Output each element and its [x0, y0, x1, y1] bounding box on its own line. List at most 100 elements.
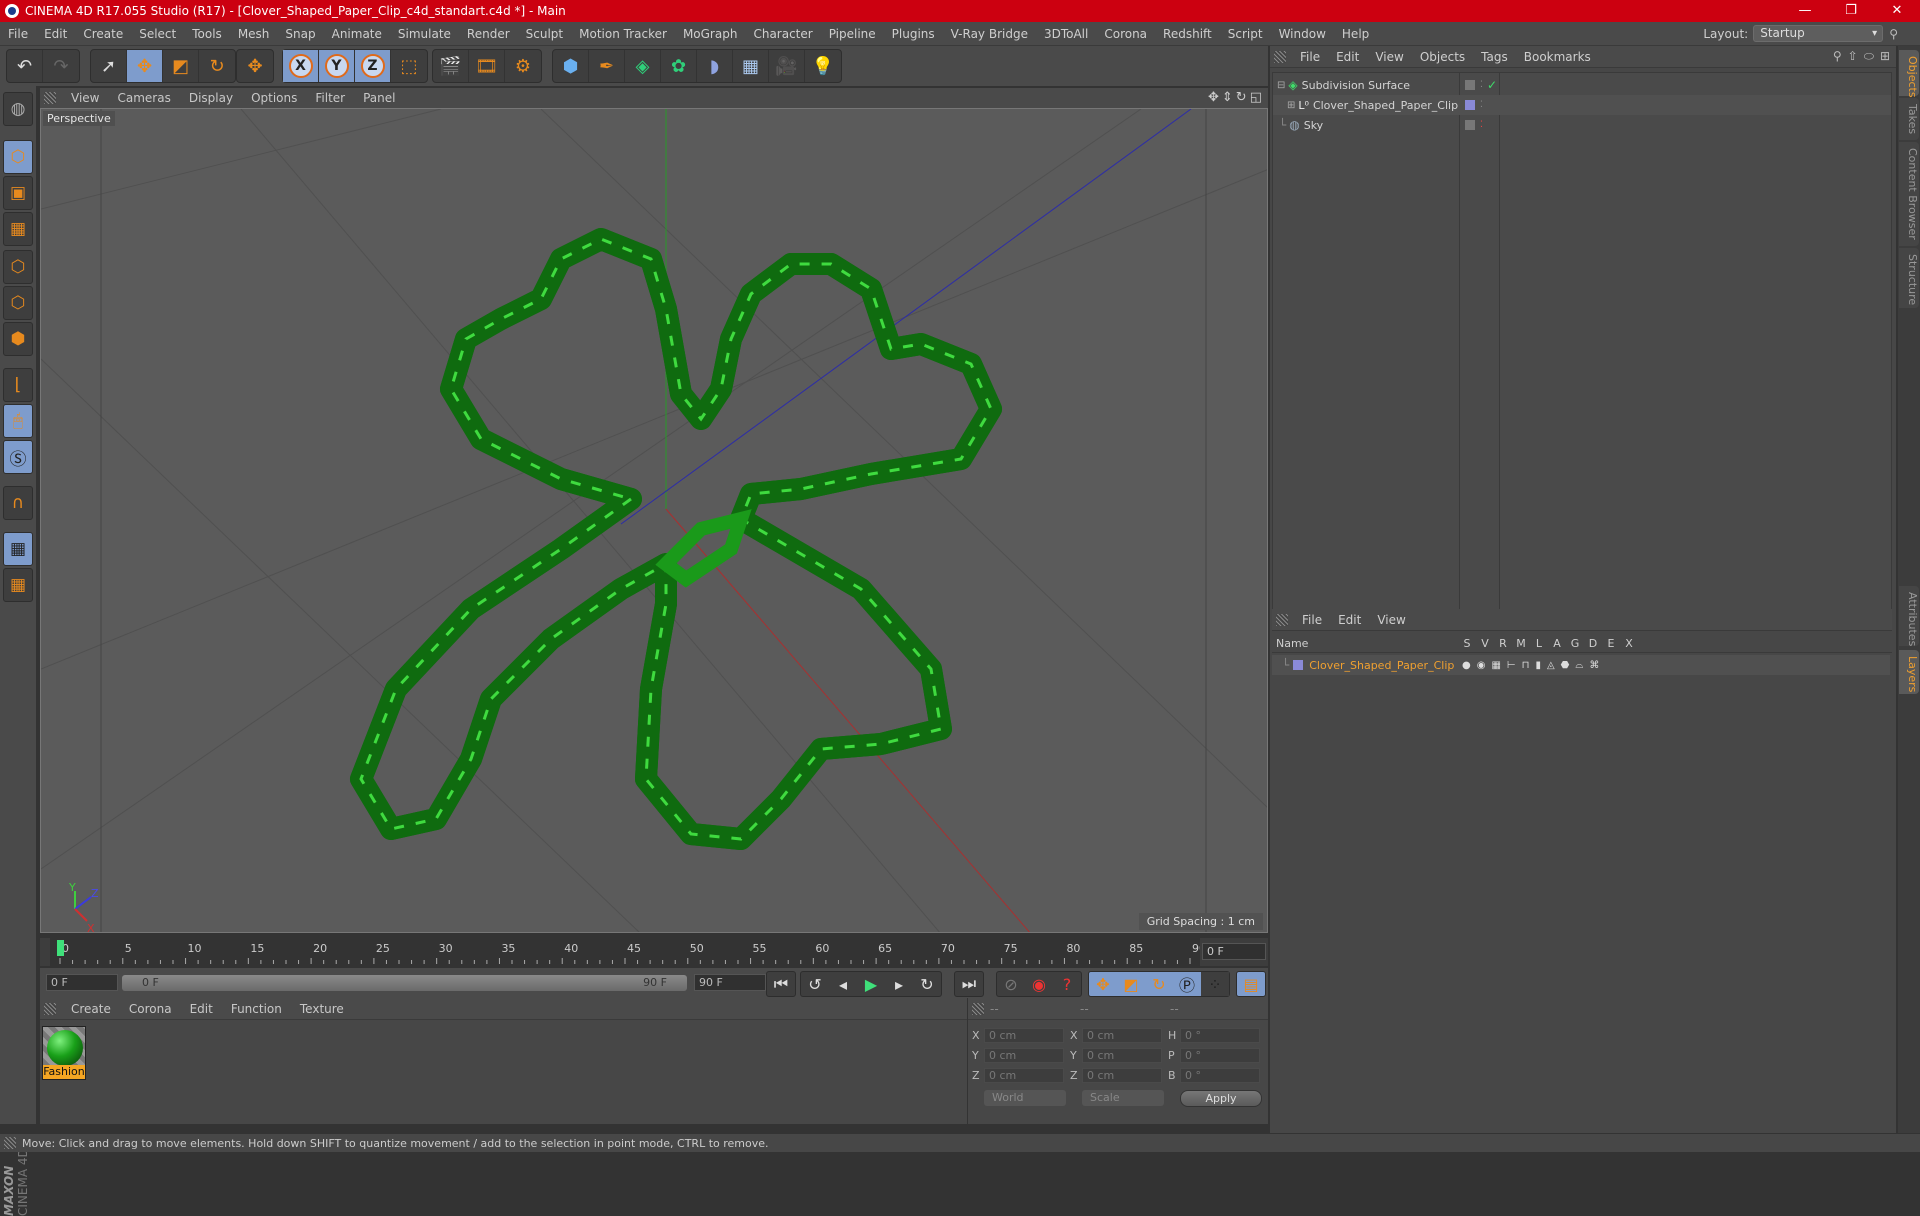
end-frame-field[interactable]: 90 F — [694, 974, 766, 991]
deformers-icon[interactable]: ⬣ — [1561, 660, 1570, 671]
om-menu-objects[interactable]: Objects — [1412, 50, 1473, 64]
goto-start-icon[interactable]: ⏮ — [767, 972, 795, 996]
tab-layers[interactable]: Layers — [1899, 650, 1919, 694]
panel-grip-icon[interactable] — [972, 1002, 984, 1015]
key-scale-icon[interactable]: ◩ — [1117, 972, 1145, 996]
floor-icon[interactable]: ▦ — [733, 50, 769, 82]
workplane-icon[interactable]: ▦ — [3, 212, 33, 246]
make-editable-icon[interactable]: ◍ — [3, 92, 33, 126]
axis-y-button[interactable]: Y — [319, 50, 355, 82]
select-arrow-icon[interactable]: ➚ — [91, 50, 127, 82]
col-name[interactable]: Name — [1272, 637, 1458, 650]
menu-help[interactable]: Help — [1334, 27, 1377, 41]
om-menu-view[interactable]: View — [1367, 50, 1411, 64]
tab-structure[interactable]: Structure — [1899, 248, 1919, 308]
axis-z-button[interactable]: Z — [355, 50, 391, 82]
subdivision-icon[interactable]: ◈ — [625, 50, 661, 82]
snap-lock-icon[interactable]: ▦ — [3, 532, 33, 566]
col-animation[interactable]: A — [1548, 637, 1566, 650]
start-frame-field[interactable]: 0 F — [46, 974, 118, 991]
axis-mode-icon[interactable]: ⌊ — [3, 368, 33, 402]
key-parameter-icon[interactable]: Ⓟ — [1173, 972, 1201, 996]
key-rotation-icon[interactable]: ↻ — [1145, 972, 1173, 996]
expressions-icon[interactable]: ⌓ — [1575, 660, 1583, 671]
menu-mograph[interactable]: MoGraph — [675, 27, 746, 41]
menu-3dtoall[interactable]: 3DToAll — [1036, 27, 1096, 41]
layer-color-icon[interactable] — [1465, 100, 1475, 110]
tab-attributes[interactable]: Attributes — [1899, 586, 1919, 646]
object-row[interactable]: └ ◍ Sky ⁚ — [1273, 115, 1891, 135]
object-row[interactable]: ⊞ L⁰ Clover_Shaped_Paper_Clip ⁚ — [1273, 95, 1891, 115]
mat-menu-edit[interactable]: Edit — [181, 1002, 222, 1016]
mat-menu-create[interactable]: Create — [62, 1002, 120, 1016]
col-expressions[interactable]: E — [1602, 637, 1620, 650]
minimize-button[interactable]: — — [1782, 0, 1828, 22]
layer-menu-edit[interactable]: Edit — [1330, 613, 1369, 627]
tweak-mode-icon[interactable]: 🖱 — [3, 404, 33, 438]
solo-icon[interactable]: Ⓢ — [3, 440, 33, 474]
maximize-button[interactable]: ❐ — [1828, 0, 1874, 22]
menu-plugins[interactable]: Plugins — [884, 27, 943, 41]
menu-simulate[interactable]: Simulate — [390, 27, 459, 41]
om-menu-bookmarks[interactable]: Bookmarks — [1516, 50, 1599, 64]
search-icon[interactable]: ⚲ — [1889, 27, 1898, 41]
layout-dropdown[interactable]: Startup — [1753, 25, 1884, 42]
col-solo[interactable]: S — [1458, 637, 1476, 650]
vp-menu-options[interactable]: Options — [242, 91, 306, 105]
menu-sculpt[interactable]: Sculpt — [518, 27, 571, 41]
current-frame-field[interactable]: 0 F — [1202, 943, 1266, 960]
menu-mesh[interactable]: Mesh — [230, 27, 278, 41]
viewport-camera-label[interactable]: Perspective — [43, 111, 115, 126]
keyframe-help-icon[interactable]: ? — [1053, 972, 1081, 996]
undo-icon[interactable]: ↶ — [7, 50, 43, 82]
visibility-dots-icon[interactable]: ⁚ — [1480, 100, 1483, 110]
model-mode-icon[interactable]: ⬡ — [3, 140, 33, 174]
scale-icon[interactable]: ◩ — [163, 50, 199, 82]
coordinate-space-dropdown[interactable]: World — [984, 1090, 1066, 1106]
magnet-icon[interactable]: ∩ — [3, 486, 33, 520]
prev-key-icon[interactable]: ↺ — [801, 972, 829, 996]
menu-script[interactable]: Script — [1220, 27, 1271, 41]
vp-menu-cameras[interactable]: Cameras — [108, 91, 179, 105]
polygons-mode-icon[interactable]: ⬢ — [3, 322, 33, 356]
menu-snap[interactable]: Snap — [277, 27, 323, 41]
maximize-view-icon[interactable]: ◱ — [1250, 90, 1262, 105]
size-z-field[interactable]: 0 cm — [1082, 1067, 1162, 1083]
texture-mode-icon[interactable]: ▣ — [3, 176, 33, 210]
playhead[interactable] — [57, 940, 64, 956]
mat-menu-texture[interactable]: Texture — [291, 1002, 353, 1016]
close-button[interactable]: ✕ — [1874, 0, 1920, 22]
tab-objects[interactable]: Objects — [1899, 50, 1919, 98]
next-frame-icon[interactable]: ▸ — [885, 972, 913, 996]
prev-frame-icon[interactable]: ◂ — [829, 972, 857, 996]
live-select-icon[interactable]: ✥ — [237, 50, 273, 82]
panel-grip-icon[interactable] — [44, 1002, 56, 1015]
size-mode-dropdown[interactable]: Scale — [1082, 1090, 1164, 1106]
rotation-b-field[interactable]: 0 ° — [1180, 1067, 1260, 1083]
vp-menu-filter[interactable]: Filter — [306, 91, 354, 105]
menu-create[interactable]: Create — [75, 27, 131, 41]
mograph-cloner-icon[interactable]: ✿ — [661, 50, 697, 82]
clover-paper-clip-model[interactable] — [350, 228, 1002, 850]
render-settings-icon[interactable]: ⚙ — [505, 50, 541, 82]
col-generators[interactable]: G — [1566, 637, 1584, 650]
key-position-icon[interactable]: ✥ — [1089, 972, 1117, 996]
om-menu-tags[interactable]: Tags — [1473, 50, 1516, 64]
layer-row[interactable]: └ Clover_Shaped_Paper_Clip ● ◉ ▦ ⊢ ⊓ ▮ ◬… — [1272, 655, 1890, 675]
enabled-check-icon[interactable]: ✓ — [1487, 78, 1497, 92]
camera-icon[interactable]: 🎥 — [769, 50, 805, 82]
light-icon[interactable]: 💡 — [805, 50, 841, 82]
manager-icon[interactable]: ⊢ — [1507, 660, 1516, 671]
om-menu-edit[interactable]: Edit — [1328, 50, 1367, 64]
render-clapper-icon[interactable]: ▦ — [1491, 660, 1500, 671]
menu-vray-bridge[interactable]: V-Ray Bridge — [943, 27, 1036, 41]
tab-takes[interactable]: Takes — [1899, 98, 1919, 140]
panel-grip-icon[interactable] — [1274, 50, 1286, 63]
menu-edit[interactable]: Edit — [36, 27, 75, 41]
menu-corona[interactable]: Corona — [1096, 27, 1155, 41]
col-xref[interactable]: X — [1620, 637, 1638, 650]
key-pla-icon[interactable]: ⁘ — [1201, 972, 1229, 996]
filter-icon[interactable]: ⬭ — [1864, 49, 1874, 64]
layer-color-icon[interactable] — [1293, 660, 1304, 670]
xref-icon[interactable]: ⌘ — [1589, 660, 1599, 671]
